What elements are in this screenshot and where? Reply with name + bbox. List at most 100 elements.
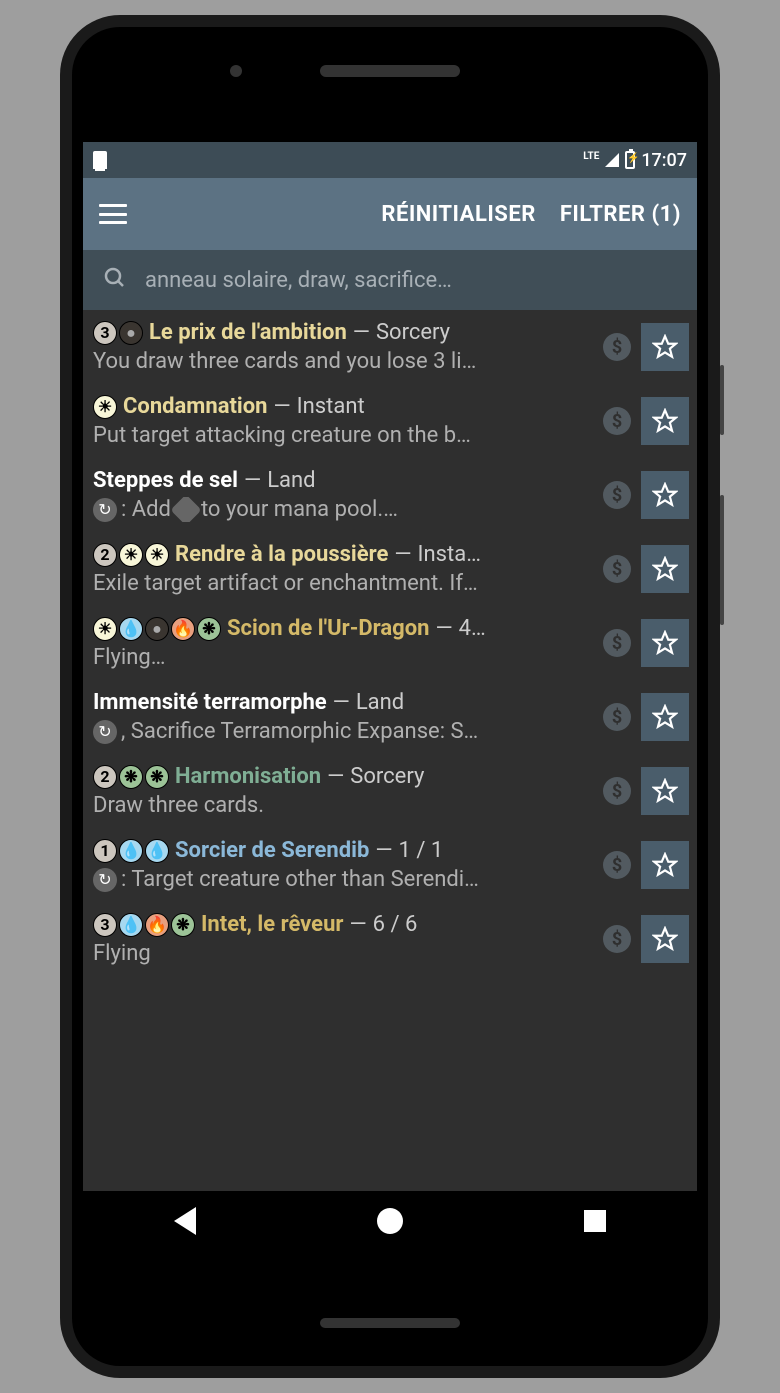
- price-icon[interactable]: $: [603, 629, 631, 657]
- price-icon[interactable]: $: [603, 851, 631, 879]
- mana-symbol-w: ☀: [119, 543, 143, 567]
- status-bar: LTE 17:07: [83, 142, 697, 178]
- card-row[interactable]: 3💧🔥❋Intet, le rêveur — 6 / 6Flying$: [83, 902, 697, 976]
- tap-icon: ↻: [93, 498, 117, 522]
- mana-cost: ☀: [93, 395, 117, 419]
- card-text: ↻: Add to your mana pool.…: [93, 497, 595, 522]
- card-type: Sorcery: [350, 764, 424, 789]
- card-row[interactable]: 3●Le prix de l'ambition — SorceryYou dra…: [83, 310, 697, 384]
- mana-symbol-n: 2: [93, 765, 117, 789]
- card-list[interactable]: 3●Le prix de l'ambition — SorceryYou dra…: [83, 310, 697, 1251]
- favorite-button[interactable]: [641, 619, 689, 667]
- favorite-button[interactable]: [641, 693, 689, 741]
- mana-symbol-w: ☀: [93, 395, 117, 419]
- mana-cost: 2❋❋: [93, 765, 169, 789]
- search-bar[interactable]: anneau solaire, draw, sacrifice…: [83, 250, 697, 310]
- mana-symbol-n: 3: [93, 913, 117, 937]
- clock: 17:07: [641, 150, 687, 171]
- favorite-button[interactable]: [641, 323, 689, 371]
- card-row[interactable]: 1💧💧Sorcier de Serendib — 1 / 1↻: Target …: [83, 828, 697, 902]
- card-text: You draw three cards and you lose 3 li…: [93, 349, 595, 374]
- card-row[interactable]: ☀💧●🔥❋Scion de l'Ur-Dragon — 4…Flying…$: [83, 606, 697, 680]
- card-row[interactable]: ☀Condamnation — InstantPut target attack…: [83, 384, 697, 458]
- card-name: Immensité terramorphe: [93, 690, 327, 715]
- card-type: 1 / 1: [399, 838, 444, 863]
- mana-symbol-u: 💧: [145, 839, 169, 863]
- card-row[interactable]: Steppes de sel — Land↻: Add to your mana…: [83, 458, 697, 532]
- mana-symbol-n: 3: [93, 321, 117, 345]
- mana-symbol-b: ●: [145, 617, 169, 641]
- sd-card-icon: [93, 151, 107, 169]
- favorite-button[interactable]: [641, 471, 689, 519]
- mana-symbol-g: ❋: [119, 765, 143, 789]
- app-bar: RÉINITIALISER FILTRER (1): [83, 178, 697, 250]
- card-name: Rendre à la poussière: [175, 542, 388, 567]
- favorite-button[interactable]: [641, 767, 689, 815]
- card-name: Steppes de sel: [93, 468, 238, 493]
- lte-icon: LTE: [583, 151, 599, 162]
- favorite-button[interactable]: [641, 545, 689, 593]
- card-type: 6 / 6: [373, 912, 418, 937]
- tap-icon: ↻: [93, 868, 117, 892]
- signal-icon: [605, 153, 619, 167]
- card-name: Scion de l'Ur-Dragon: [227, 616, 429, 641]
- reset-button[interactable]: RÉINITIALISER: [381, 202, 535, 227]
- card-name: Le prix de l'ambition: [149, 320, 347, 345]
- card-type: 4…: [459, 616, 486, 641]
- card-row[interactable]: 2❋❋Harmonisation — SorceryDraw three car…: [83, 754, 697, 828]
- mana-symbol-u: 💧: [119, 913, 143, 937]
- recent-button[interactable]: [584, 1210, 606, 1232]
- card-row[interactable]: 2☀☀Rendre à la poussière — Insta…Exile t…: [83, 532, 697, 606]
- card-text: Put target attacking creature on the b…: [93, 423, 595, 448]
- menu-icon[interactable]: [99, 204, 127, 224]
- mana-symbol-r: 🔥: [171, 617, 195, 641]
- card-type: Land: [267, 468, 315, 493]
- card-name: Condamnation: [123, 394, 267, 419]
- mana-symbol-n: 1: [93, 839, 117, 863]
- mana-symbol-g: ❋: [197, 617, 221, 641]
- mana-symbol-g: ❋: [171, 913, 195, 937]
- battery-charging-icon: [625, 151, 635, 169]
- favorite-button[interactable]: [641, 841, 689, 889]
- mana-symbol-w: ☀: [93, 617, 117, 641]
- price-icon[interactable]: $: [603, 777, 631, 805]
- favorite-button[interactable]: [641, 397, 689, 445]
- card-text: ↻: Target creature other than Serendi…: [93, 867, 595, 892]
- price-icon[interactable]: $: [603, 555, 631, 583]
- card-text: ↻, Sacrifice Terramorphic Expanse: S…: [93, 719, 595, 744]
- card-name: Intet, le rêveur: [201, 912, 343, 937]
- colorless-mana-icon: [170, 497, 201, 522]
- search-placeholder: anneau solaire, draw, sacrifice…: [145, 268, 452, 293]
- mana-cost: 3💧🔥❋: [93, 913, 195, 937]
- mana-cost: 2☀☀: [93, 543, 169, 567]
- price-icon[interactable]: $: [603, 481, 631, 509]
- back-button[interactable]: [174, 1207, 196, 1235]
- price-icon[interactable]: $: [603, 925, 631, 953]
- card-text: Flying: [93, 941, 595, 966]
- card-type: Sorcery: [376, 320, 450, 345]
- mana-cost: 1💧💧: [93, 839, 169, 863]
- mana-cost: ☀💧●🔥❋: [93, 617, 221, 641]
- mana-symbol-w: ☀: [145, 543, 169, 567]
- favorite-button[interactable]: [641, 915, 689, 963]
- card-text: Flying…: [93, 645, 595, 670]
- tap-icon: ↻: [93, 720, 117, 744]
- mana-symbol-g: ❋: [145, 765, 169, 789]
- mana-symbol-n: 2: [93, 543, 117, 567]
- card-type: Insta…: [418, 542, 481, 567]
- card-text: Draw three cards.: [93, 793, 595, 818]
- mana-symbol-r: 🔥: [145, 913, 169, 937]
- card-name: Sorcier de Serendib: [175, 838, 369, 863]
- price-icon[interactable]: $: [603, 407, 631, 435]
- filter-button[interactable]: FILTRER (1): [560, 202, 681, 227]
- price-icon[interactable]: $: [603, 703, 631, 731]
- card-name: Harmonisation: [175, 764, 321, 789]
- card-text: Exile target artifact or enchantment. If…: [93, 571, 595, 596]
- system-nav-bar: [83, 1191, 697, 1251]
- search-icon: [103, 266, 127, 294]
- mana-symbol-u: 💧: [119, 617, 143, 641]
- price-icon[interactable]: $: [603, 333, 631, 361]
- card-row[interactable]: Immensité terramorphe — Land↻, Sacrifice…: [83, 680, 697, 754]
- home-button[interactable]: [377, 1208, 403, 1234]
- mana-symbol-b: ●: [119, 321, 143, 345]
